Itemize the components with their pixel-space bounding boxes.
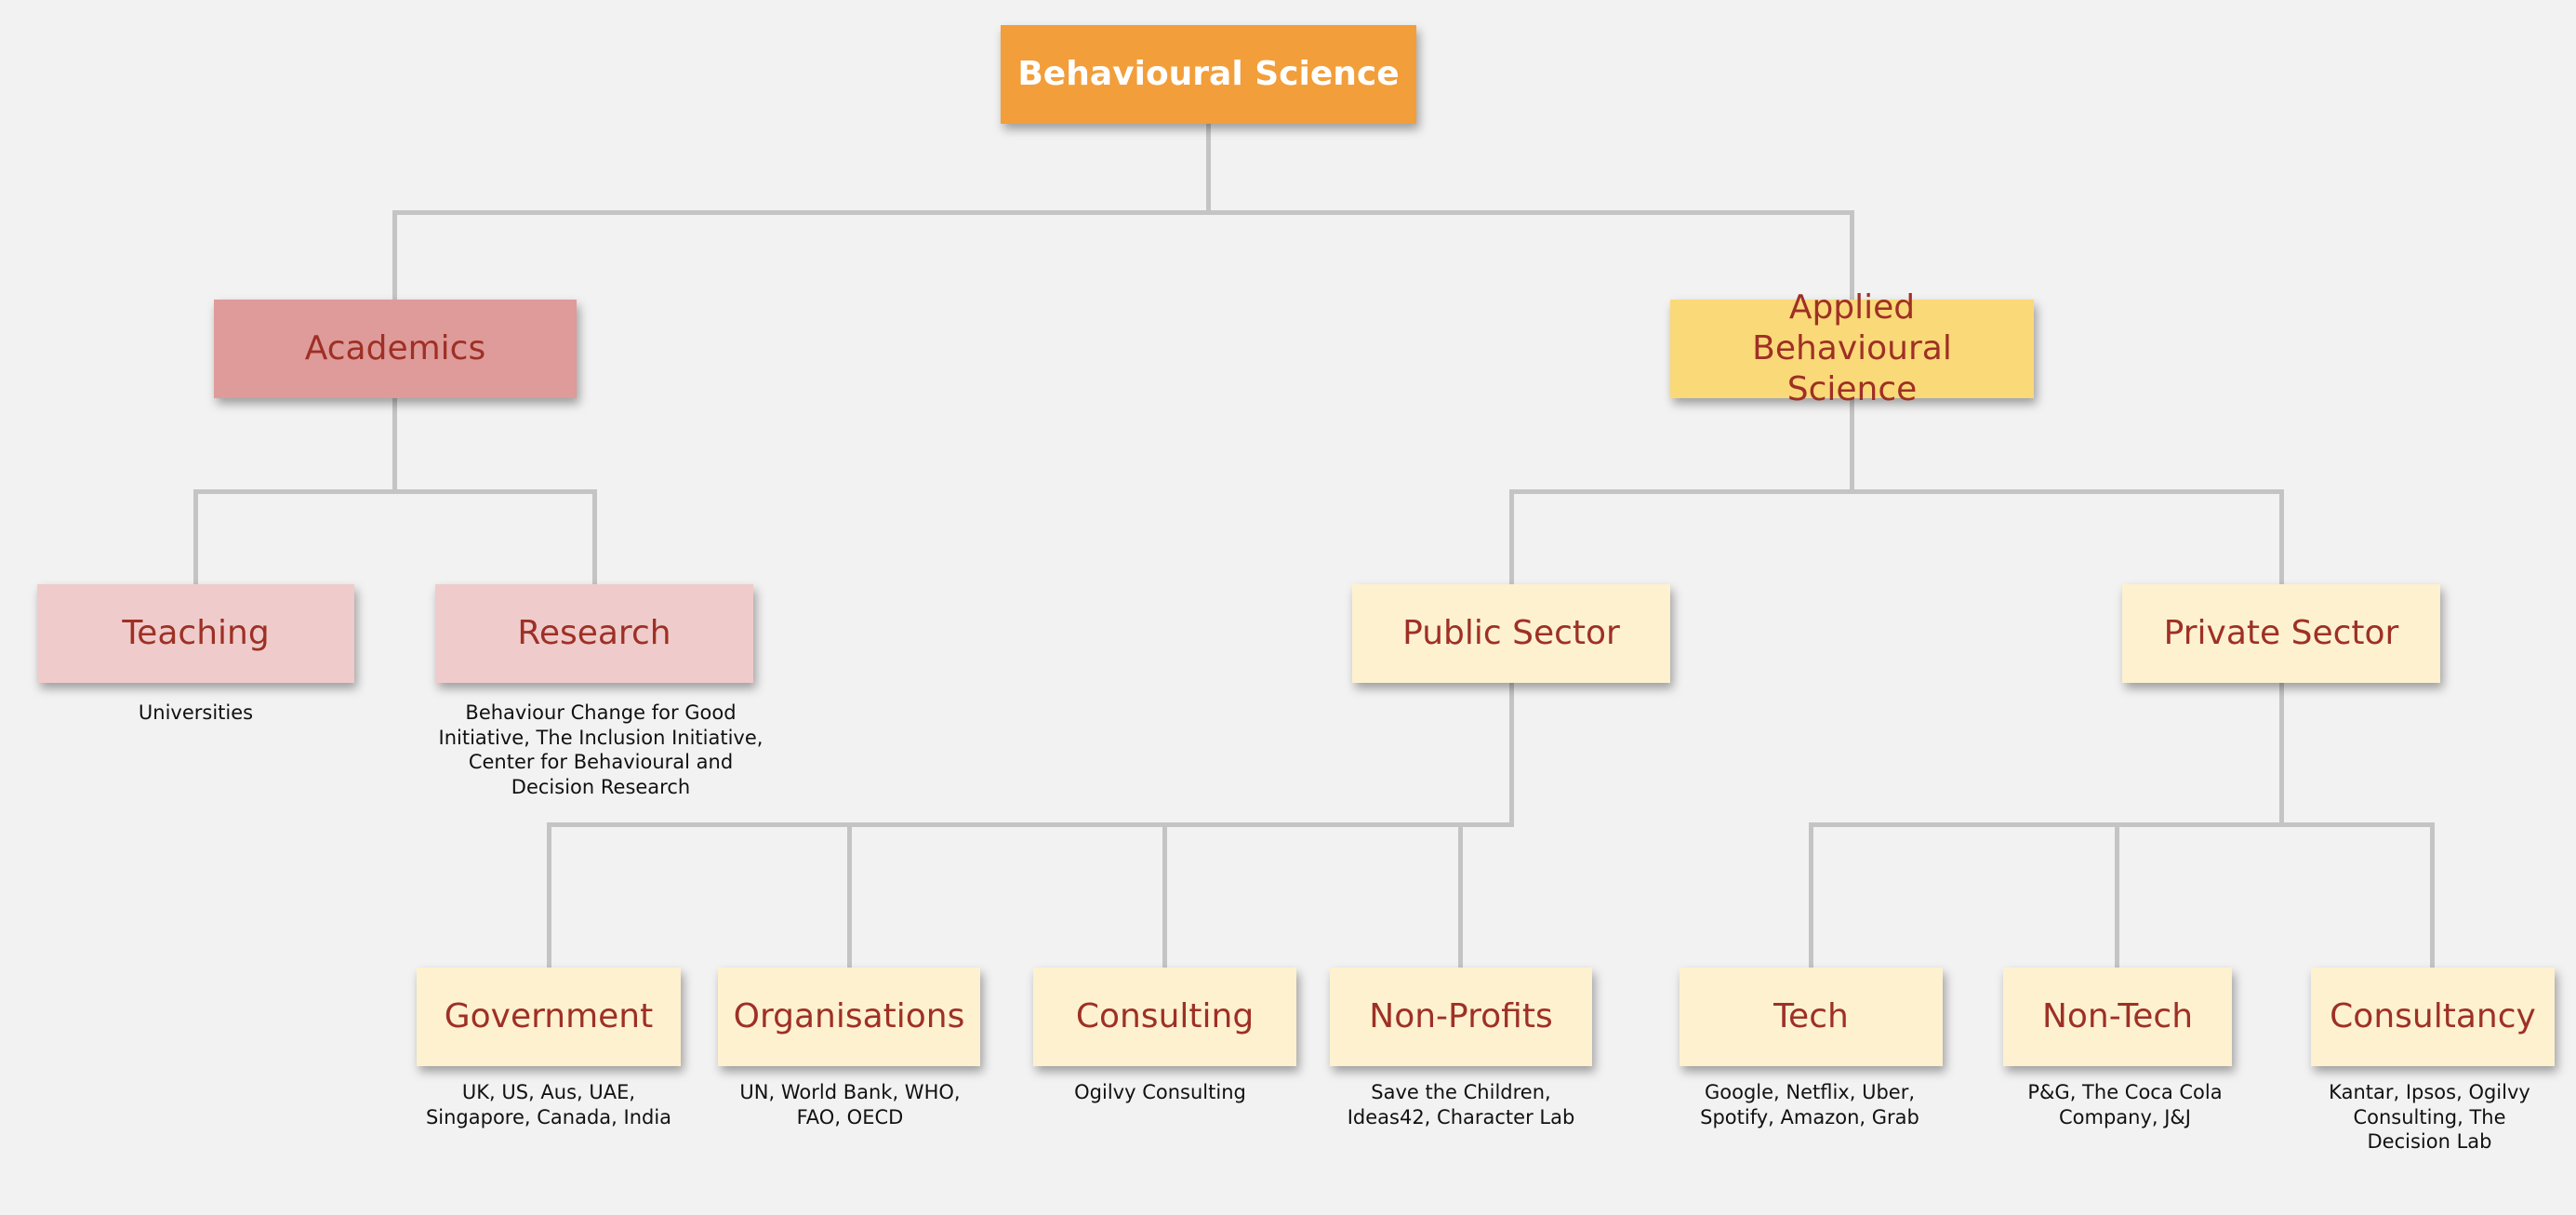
connector-public-down [1509,683,1514,827]
teaching-caption: Universities [138,701,254,724]
connector-to-academics [392,210,397,300]
organisations-caption: UN, World Bank, WHO, FAO, OECD [739,1081,961,1128]
node-non-profits[interactable]: Non-Profits [1330,968,1592,1066]
node-tech[interactable]: Tech [1680,968,1943,1066]
connector-private-horizontal [1809,822,2435,827]
connector-academics-horizontal [193,489,597,494]
node-consulting[interactable]: Consulting [1033,968,1296,1066]
connector-root-down [1206,124,1211,214]
connector-academics-down [392,398,397,493]
node-label: Teaching [122,614,270,652]
connector-to-non-profits [1458,822,1463,968]
node-label: Applied Behavioural Science [1752,288,1952,408]
node-label: Non-Tech [2041,997,2194,1035]
connector-to-consultancy [2430,822,2435,968]
node-private-sector[interactable]: Private Sector [2122,584,2440,683]
node-consultancy[interactable]: Consultancy [2311,968,2555,1066]
consulting-caption: Ogilvy Consulting [1074,1081,1246,1103]
node-academics[interactable]: Academics [214,300,577,398]
node-behavioural-science[interactable]: Behavioural Science [1001,25,1416,124]
connector-applied-down [1850,398,1854,493]
node-organisations[interactable]: Organisations [718,968,980,1066]
connector-to-applied [1850,210,1854,300]
tech-caption: Google, Netflix, Uber, Spotify, Amazon, … [1700,1081,1919,1128]
connector-to-public [1509,489,1514,584]
node-label: Private Sector [2163,614,2399,652]
node-public-sector[interactable]: Public Sector [1352,584,1670,683]
connector-to-consulting [1162,822,1167,968]
node-label: Non-Profits [1369,997,1553,1035]
connector-public-horizontal [547,822,1514,827]
node-non-tech[interactable]: Non-Tech [2003,968,2232,1066]
node-label: Research [517,614,671,652]
node-applied-behavioural-science[interactable]: Applied Behavioural Science [1670,288,2034,408]
non-tech-caption: P&G, The Coca Cola Company, J&J [2027,1081,2223,1128]
government-caption: UK, US, Aus, UAE, Singapore, Canada, Ind… [425,1081,672,1128]
node-label: Government [444,997,654,1035]
connector-to-tech [1809,822,1813,968]
node-label: Organisations [733,997,965,1035]
node-label: Consulting [1075,997,1255,1035]
connector-to-non-tech [2115,822,2119,968]
node-label: Tech [1773,997,1849,1035]
connector-to-organisations [847,822,852,968]
connector-to-private [2279,489,2284,584]
connector-private-down [2279,683,2284,827]
node-government[interactable]: Government [417,968,681,1066]
consultancy-caption: Kantar, Ipsos, Ogilvy Consulting, The De… [2329,1081,2530,1153]
node-label: Consultancy [2330,997,2536,1035]
node-label: Academics [304,329,486,367]
connector-root-horizontal [392,210,1854,215]
node-research[interactable]: Research [435,584,753,683]
non-profits-caption: Save the Children, Ideas42, Character La… [1347,1081,1575,1128]
connector-applied-horizontal [1509,489,2283,494]
connector-to-teaching [193,489,198,584]
research-caption: Behaviour Change for Good Initiative, Th… [438,701,764,798]
node-label: Behavioural Science [1017,55,1400,93]
node-label: Public Sector [1402,614,1620,652]
node-teaching[interactable]: Teaching [37,584,354,683]
connector-to-research [592,489,597,584]
connector-to-government [547,822,551,968]
